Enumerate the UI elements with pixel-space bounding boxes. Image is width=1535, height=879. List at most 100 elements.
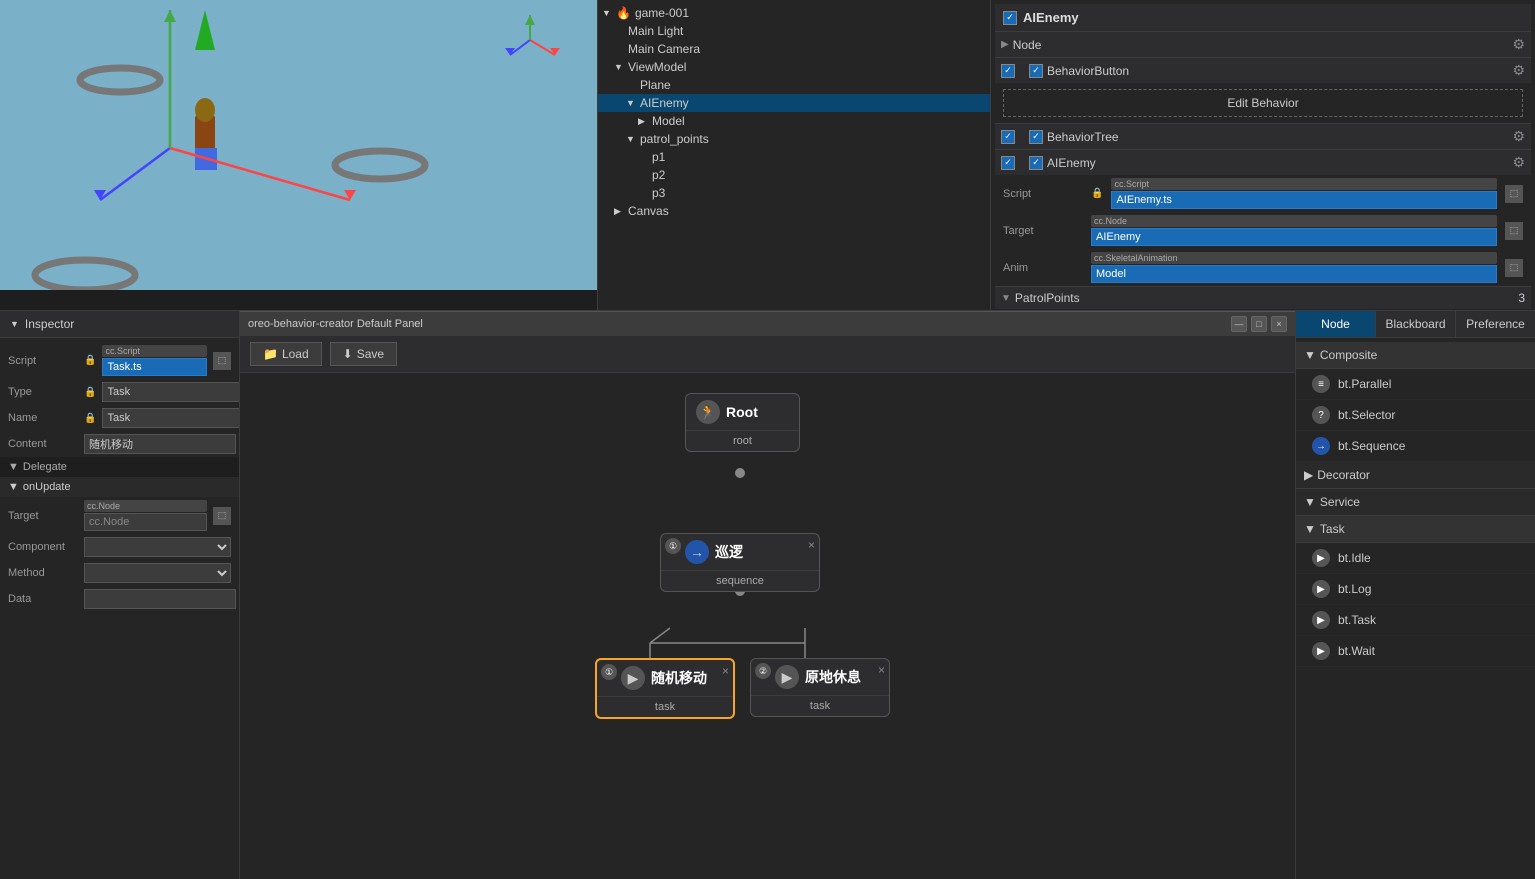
category-decorator[interactable]: ▶ Decorator — [1296, 462, 1535, 489]
behavior-canvas[interactable]: 🏃 Root root ① × → 巡逻 sequence ① × — [240, 373, 1295, 879]
category-composite[interactable]: ▼ Composite — [1296, 342, 1535, 369]
node-expand-arrow: ▶ — [1001, 39, 1009, 50]
node-log[interactable]: ▶ bt.Log — [1296, 574, 1535, 605]
bt-checkbox2[interactable]: ✓ — [1029, 130, 1043, 144]
edit-behavior-button[interactable]: Edit Behavior — [1003, 89, 1523, 117]
bb-checkbox2[interactable]: ✓ — [1029, 64, 1043, 78]
hierarchy-item-aienemy[interactable]: AIEnemy — [598, 94, 990, 112]
service-arrow: ▼ — [1304, 495, 1316, 509]
task2-close[interactable]: × — [878, 663, 885, 677]
hierarchy-item-viewmodel[interactable]: ViewModel — [598, 58, 990, 76]
node-task[interactable]: ▶ bt.Task — [1296, 605, 1535, 636]
parallel-label: bt.Parallel — [1338, 377, 1391, 391]
tab-preference[interactable]: Preference — [1456, 311, 1535, 337]
patrol-points-header[interactable]: ▼ PatrolPoints 3 — [995, 286, 1531, 309]
left-script-value[interactable]: Task.ts — [102, 358, 207, 376]
left-component-select[interactable] — [84, 537, 231, 557]
task2-header: ▶ 原地休息 — [751, 659, 889, 696]
idle-label: bt.Idle — [1338, 551, 1371, 565]
maximize-button[interactable]: □ — [1251, 316, 1267, 332]
left-target-cc: cc.Node — [84, 500, 207, 512]
parallel-icon: ≡ — [1312, 375, 1330, 393]
left-script-label: Script — [8, 355, 78, 367]
left-content-input[interactable] — [84, 434, 236, 454]
left-method-select[interactable] — [84, 563, 231, 583]
close-window-button[interactable]: × — [1271, 316, 1287, 332]
hierarchy-item-canvas[interactable]: Canvas — [598, 202, 990, 220]
item-label: AIEnemy — [640, 96, 689, 110]
tab-node[interactable]: Node — [1296, 311, 1376, 337]
item-label: Main Camera — [628, 42, 700, 56]
target-link-button[interactable]: ⬚ — [1505, 222, 1523, 240]
left-data-input[interactable] — [84, 589, 236, 609]
scene-hierarchy[interactable]: 🔥 game-001 Main Light Main Camera ViewMo… — [597, 0, 990, 310]
tab-blackboard[interactable]: Blackboard — [1376, 311, 1456, 337]
node-wait[interactable]: ▶ bt.Wait — [1296, 636, 1535, 667]
node-parallel[interactable]: ≡ bt.Parallel — [1296, 369, 1535, 400]
category-task[interactable]: ▼ Task — [1296, 516, 1535, 543]
hierarchy-item-mainlight[interactable]: Main Light — [598, 22, 990, 40]
load-button[interactable]: 📁 Load — [250, 342, 322, 366]
node-settings-icon[interactable]: ⚙ — [1512, 36, 1525, 53]
aienemy-script-section[interactable]: ✓ ✓ AIEnemy ⚙ — [995, 149, 1531, 175]
node-selector[interactable]: ? bt.Selector — [1296, 400, 1535, 431]
anim-value[interactable]: Model — [1091, 265, 1497, 283]
bb-settings-icon[interactable]: ⚙ — [1512, 62, 1525, 79]
root-node[interactable]: 🏃 Root root — [685, 393, 800, 452]
hierarchy-item-maincamera[interactable]: Main Camera — [598, 40, 990, 58]
left-name-input[interactable] — [102, 408, 239, 428]
left-script-lock: 🔒 — [84, 355, 96, 366]
task1-title: 随机移动 — [651, 668, 707, 688]
hierarchy-item-p2[interactable]: p2 — [598, 166, 990, 184]
node-section-label: Node — [1013, 38, 1042, 52]
left-target-value[interactable]: cc.Node — [84, 513, 207, 531]
left-target-link[interactable]: ⬚ — [213, 507, 231, 525]
left-method-label: Method — [8, 567, 78, 579]
task1-node[interactable]: ① × ▶ 随机移动 task — [595, 658, 735, 719]
script-lock-icon: 🔒 — [1091, 188, 1103, 199]
item-label: ViewModel — [628, 60, 686, 74]
left-inspector-header[interactable]: ▼ Inspector — [0, 311, 239, 338]
hierarchy-item-plane[interactable]: Plane — [598, 76, 990, 94]
hierarchy-item-model[interactable]: Model — [598, 112, 990, 130]
bt-settings-icon[interactable]: ⚙ — [1512, 128, 1525, 145]
left-method-row: Method — [0, 560, 239, 586]
root-subtitle: root — [686, 431, 799, 451]
script-link-button[interactable]: ⬚ — [1505, 185, 1523, 203]
task-label: Task — [1320, 522, 1345, 536]
behavior-tree-section[interactable]: ✓ ✓ BehaviorTree ⚙ — [995, 123, 1531, 149]
behavior-button-label: BehaviorButton — [1047, 64, 1508, 78]
ae-settings-icon[interactable]: ⚙ — [1512, 154, 1525, 171]
task1-close[interactable]: × — [722, 664, 729, 678]
script-value[interactable]: AIEnemy.ts — [1111, 191, 1497, 209]
save-button[interactable]: ⬇ Save — [330, 342, 397, 366]
node-idle[interactable]: ▶ bt.Idle — [1296, 543, 1535, 574]
category-service[interactable]: ▼ Service — [1296, 489, 1535, 516]
ae-checkbox[interactable]: ✓ — [1001, 156, 1015, 170]
enabled-checkbox[interactable]: ✓ — [1003, 11, 1017, 25]
left-script-link[interactable]: ⬚ — [213, 352, 231, 370]
minimize-button[interactable]: — — [1231, 316, 1247, 332]
task-icon: ▶ — [1312, 611, 1330, 629]
anim-link-button[interactable]: ⬚ — [1505, 259, 1523, 277]
window-chrome: oreo-behavior-creator Default Panel — □ … — [240, 311, 1295, 336]
left-name-row: Name 🔒 — [0, 405, 239, 431]
hierarchy-item-p1[interactable]: p1 — [598, 148, 990, 166]
delegate-header[interactable]: ▼ Delegate — [0, 457, 239, 477]
hierarchy-item-game001[interactable]: 🔥 game-001 — [598, 4, 990, 22]
bb-checkbox[interactable]: ✓ — [1001, 64, 1015, 78]
ae-checkbox2[interactable]: ✓ — [1029, 156, 1043, 170]
left-type-input[interactable] — [102, 382, 239, 402]
task2-node[interactable]: ② × ▶ 原地休息 task — [750, 658, 890, 717]
behavior-button-section[interactable]: ✓ ✓ BehaviorButton ⚙ — [995, 57, 1531, 83]
node-sequence[interactable]: → bt.Sequence — [1296, 431, 1535, 462]
hierarchy-item-p3[interactable]: p3 — [598, 184, 990, 202]
target-value[interactable]: AIEnemy — [1091, 228, 1497, 246]
sequence-node[interactable]: ① × → 巡逻 sequence — [660, 533, 820, 592]
on-update-header[interactable]: ▼ onUpdate — [0, 477, 239, 497]
hierarchy-item-patrol[interactable]: patrol_points — [598, 130, 990, 148]
sequence-close[interactable]: × — [808, 538, 815, 552]
node-section-header[interactable]: ▶ Node ⚙ — [995, 31, 1531, 57]
bt-checkbox[interactable]: ✓ — [1001, 130, 1015, 144]
sequence-index: ① — [665, 538, 681, 554]
